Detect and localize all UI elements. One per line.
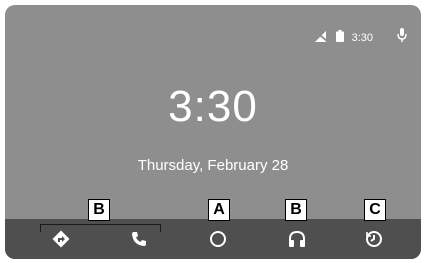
status-time: 3:30 xyxy=(351,32,373,44)
home-icon[interactable] xyxy=(198,219,238,259)
callout-bracket xyxy=(40,224,161,232)
status-bar: 3:30 xyxy=(314,28,407,48)
headphones-icon[interactable] xyxy=(277,219,317,259)
callout-b-left: B xyxy=(88,199,110,221)
home-date: Thursday, February 28 xyxy=(137,157,289,174)
callout-b-right: B xyxy=(285,199,307,221)
callout-a: A xyxy=(208,199,230,221)
battery-icon xyxy=(335,29,344,47)
microphone-icon[interactable] xyxy=(397,28,407,48)
home-clock: 3:30 xyxy=(168,82,258,131)
recents-icon[interactable] xyxy=(354,219,394,259)
callout-c: C xyxy=(364,199,386,221)
signal-off-icon xyxy=(314,29,328,47)
